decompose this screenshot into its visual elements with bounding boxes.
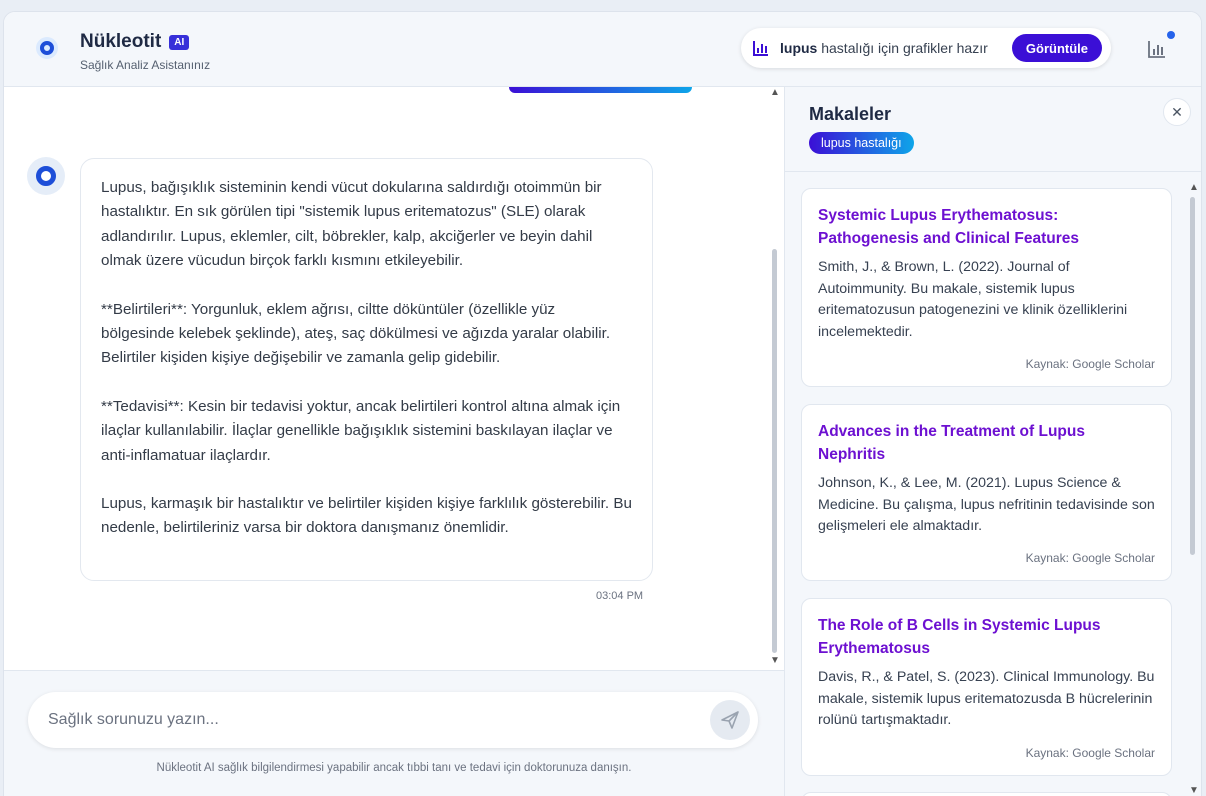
close-panel-button[interactable]: ✕ bbox=[1163, 98, 1191, 126]
scroll-down-arrow[interactable]: ▼ bbox=[770, 655, 780, 666]
chat-scrollbar[interactable] bbox=[772, 249, 777, 653]
articles-panel: Makaleler lupus hastalığı ✕ Systemic Lup… bbox=[784, 87, 1201, 796]
notification-text: hastalığı için grafikler hazır bbox=[817, 40, 988, 56]
user-message-bubble-edge bbox=[509, 87, 692, 93]
panel-scrollbar[interactable] bbox=[1190, 197, 1195, 555]
article-source: Kaynak: Google Scholar bbox=[1025, 746, 1155, 760]
notification-keyword: lupus bbox=[780, 40, 818, 56]
brand: Nükleotit AI Sağlık Analiz Asistanınız bbox=[80, 31, 210, 72]
notification-dot bbox=[1167, 31, 1175, 39]
message-input[interactable] bbox=[48, 706, 688, 734]
article-title[interactable]: The Role of B Cells in Systemic Lupus Er… bbox=[818, 615, 1155, 660]
article-summary: Davis, R., & Patel, S. (2023). Clinical … bbox=[818, 669, 1155, 729]
app-title: Nükleotit bbox=[80, 31, 162, 52]
header: Nükleotit AI Sağlık Analiz Asistanınız l… bbox=[4, 12, 1201, 87]
app-subtitle: Sağlık Analiz Asistanınız bbox=[80, 58, 211, 72]
input-area: Nükleotit AI sağlık bilgilendirmesi yapa… bbox=[4, 670, 784, 796]
panel-header: Makaleler lupus hastalığı ✕ bbox=[785, 87, 1201, 172]
bot-message-bubble: Lupus, bağışıklık sisteminin kendi vücut… bbox=[80, 158, 653, 581]
message-paragraph: **Belirtileri**: Yorgunluk, eklem ağrısı… bbox=[101, 300, 611, 367]
message-paragraph: **Tedavisi**: Kesin bir tedavisi yoktur,… bbox=[101, 397, 621, 464]
message-input-box bbox=[28, 692, 758, 748]
logo-icon bbox=[36, 37, 58, 59]
send-icon bbox=[721, 711, 739, 729]
panel-title: Makaleler bbox=[809, 104, 892, 124]
article-source: Kaynak: Google Scholar bbox=[1025, 551, 1155, 565]
ai-badge: AI bbox=[169, 34, 190, 50]
disclaimer: Nükleotit AI sağlık bilgilendirmesi yapa… bbox=[156, 762, 632, 774]
app-window: Nükleotit AI Sağlık Analiz Asistanınız l… bbox=[3, 11, 1202, 796]
article-source: Kaynak: Google Scholar bbox=[1025, 357, 1155, 371]
bot-avatar bbox=[27, 157, 65, 195]
bar-chart-icon bbox=[753, 41, 768, 56]
panel-scroll-up-arrow[interactable]: ▲ bbox=[1189, 182, 1199, 193]
article-title[interactable]: Systemic Lupus Erythematosus: Pathogenes… bbox=[818, 205, 1155, 250]
panel-scroll-down-arrow[interactable]: ▼ bbox=[1189, 785, 1199, 796]
view-charts-button[interactable]: Görüntüle bbox=[1011, 34, 1102, 62]
message-timestamp: 03:04 PM bbox=[596, 590, 644, 602]
scroll-up-arrow[interactable]: ▲ bbox=[770, 87, 780, 98]
logo-icon bbox=[36, 166, 56, 186]
article-card[interactable]: The Role of B Cells in Systemic Lupus Er… bbox=[801, 598, 1172, 776]
topic-tag: lupus hastalığı bbox=[809, 132, 914, 154]
article-summary: Smith, J., & Brown, L. (2022). Journal o… bbox=[818, 259, 1128, 340]
charts-ready-notification: lupus hastalığı için grafikler hazır Gör… bbox=[741, 28, 1111, 68]
stats-icon[interactable] bbox=[1146, 38, 1168, 60]
article-card[interactable]: Systemic Lupus Erythematosus: Pathogenes… bbox=[801, 188, 1172, 387]
article-title[interactable]: Advances in the Treatment of Lupus Nephr… bbox=[818, 421, 1155, 466]
close-icon: ✕ bbox=[1171, 103, 1183, 120]
message-paragraph: Lupus, bağışıklık sisteminin kendi vücut… bbox=[101, 179, 602, 270]
send-button[interactable] bbox=[710, 700, 750, 740]
message-paragraph: Lupus, karmaşık bir hastalıktır ve belir… bbox=[101, 495, 632, 537]
article-card[interactable]: Advances in the Treatment of Lupus Nephr… bbox=[801, 404, 1172, 581]
chat-area[interactable]: Lupus, bağışıklık sisteminin kendi vücut… bbox=[4, 87, 784, 670]
article-card[interactable] bbox=[801, 792, 1172, 796]
article-summary: Johnson, K., & Lee, M. (2021). Lupus Sci… bbox=[818, 475, 1155, 535]
